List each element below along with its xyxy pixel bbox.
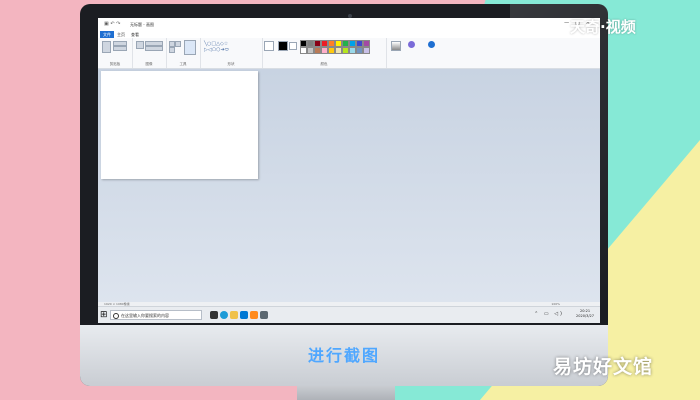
- group-label: 图像: [145, 62, 153, 66]
- color-swatch[interactable]: [321, 40, 328, 47]
- tab-file[interactable]: 文件: [100, 31, 114, 38]
- color-swatch[interactable]: [321, 47, 328, 54]
- color-swatch[interactable]: [314, 40, 321, 47]
- product-alert-icon[interactable]: [428, 41, 435, 48]
- color2-swatch[interactable]: [289, 42, 297, 50]
- quick-access-icons[interactable]: ▣ ↶ ↷: [104, 21, 120, 27]
- drawing-canvas[interactable]: [101, 71, 258, 179]
- store-icon[interactable]: [240, 311, 248, 319]
- color-swatch[interactable]: [328, 47, 335, 54]
- search-icon: [113, 313, 119, 319]
- color-swatch[interactable]: [300, 47, 307, 54]
- color1-swatch[interactable]: [278, 41, 288, 51]
- color-swatch[interactable]: [335, 40, 342, 47]
- color-swatch[interactable]: [307, 47, 314, 54]
- monitor-chin: 进行截图: [80, 325, 608, 386]
- group-tools: 工具: [166, 38, 201, 68]
- color-swatch[interactable]: [335, 47, 342, 54]
- stroke-size-icon[interactable]: [264, 41, 274, 51]
- file-explorer-icon[interactable]: [230, 311, 238, 319]
- color-swatch[interactable]: [342, 40, 349, 47]
- group-label: 形状: [227, 62, 235, 66]
- color-swatch[interactable]: [300, 40, 307, 47]
- clock-date: 2020/3/27: [576, 314, 594, 318]
- group-label: 工具: [179, 62, 187, 66]
- start-icon[interactable]: ⊞: [100, 310, 110, 320]
- ribbon: 剪贴板 图像 工具 ╲○□△◇☆ ▷◁⬠⬡➜⬭ 形状 颜色: [98, 38, 600, 69]
- system-tray[interactable]: ⌃ ▭ ◁): [534, 311, 564, 317]
- window-title: 无标题 - 画图: [130, 22, 154, 27]
- color-swatch[interactable]: [307, 40, 314, 47]
- screen: ▣ ↶ ↷ 无标题 - 画图 —□✕ 文件 主页 查看 剪贴板 图像 工具 ╲○…: [98, 18, 600, 323]
- resize-icon[interactable]: [145, 46, 163, 51]
- color-swatch[interactable]: [349, 40, 356, 47]
- paint3d-icon[interactable]: [408, 41, 415, 48]
- group-image: 图像: [132, 38, 167, 68]
- color-swatch[interactable]: [356, 40, 363, 47]
- color-swatch[interactable]: [363, 40, 370, 47]
- paint-titlebar: ▣ ↶ ↷ 无标题 - 画图 —□✕: [98, 18, 600, 30]
- watermark-top: 天奇·视频: [570, 18, 636, 36]
- tab-view[interactable]: 查看: [128, 31, 142, 38]
- color-swatch[interactable]: [356, 47, 363, 54]
- group-colors: 颜色: [262, 38, 387, 68]
- group-label: 颜色: [320, 62, 328, 66]
- tab-home[interactable]: 主页: [114, 31, 128, 38]
- eraser-icon[interactable]: [169, 47, 175, 53]
- monitor-stand: [297, 386, 395, 400]
- color-swatch[interactable]: [349, 47, 356, 54]
- brush-icon[interactable]: [184, 40, 196, 55]
- select-icon[interactable]: [136, 41, 144, 49]
- paint-taskbar-icon[interactable]: [260, 311, 268, 319]
- shapes-gallery[interactable]: ╲○□△◇☆ ▷◁⬠⬡➜⬭: [204, 41, 229, 53]
- copy-icon[interactable]: [113, 46, 127, 51]
- group-clipboard: 剪贴板: [98, 38, 133, 68]
- task-view-icon[interactable]: [210, 311, 218, 319]
- color-swatch[interactable]: [342, 47, 349, 54]
- paste-icon[interactable]: [102, 41, 111, 53]
- group-label: 剪贴板: [109, 62, 121, 66]
- taskbar: ⊞ 在这里输入你要搜索的内容 ⌃ ▭ ◁) 20:21 2020/3/27: [98, 306, 600, 323]
- taskbar-search[interactable]: 在这里输入你要搜索的内容: [110, 310, 202, 320]
- edge-icon[interactable]: [220, 311, 228, 319]
- color-swatch[interactable]: [363, 47, 370, 54]
- fill-icon[interactable]: [175, 41, 181, 47]
- ribbon-tabs: 文件 主页 查看: [98, 30, 600, 38]
- taskbar-clock[interactable]: 20:21 2020/3/27: [576, 309, 594, 319]
- color-swatch[interactable]: [328, 40, 335, 47]
- watermark-bottom: 易坊好文馆: [553, 356, 654, 378]
- edit-colors-icon[interactable]: [391, 41, 401, 51]
- color-swatch[interactable]: [314, 47, 321, 54]
- group-shapes: ╲○□△◇☆ ▷◁⬠⬡➜⬭ 形状: [200, 38, 263, 68]
- caption: 进行截图: [307, 346, 380, 365]
- app-icon[interactable]: [250, 311, 258, 319]
- search-placeholder: 在这里输入你要搜索的内容: [121, 313, 169, 318]
